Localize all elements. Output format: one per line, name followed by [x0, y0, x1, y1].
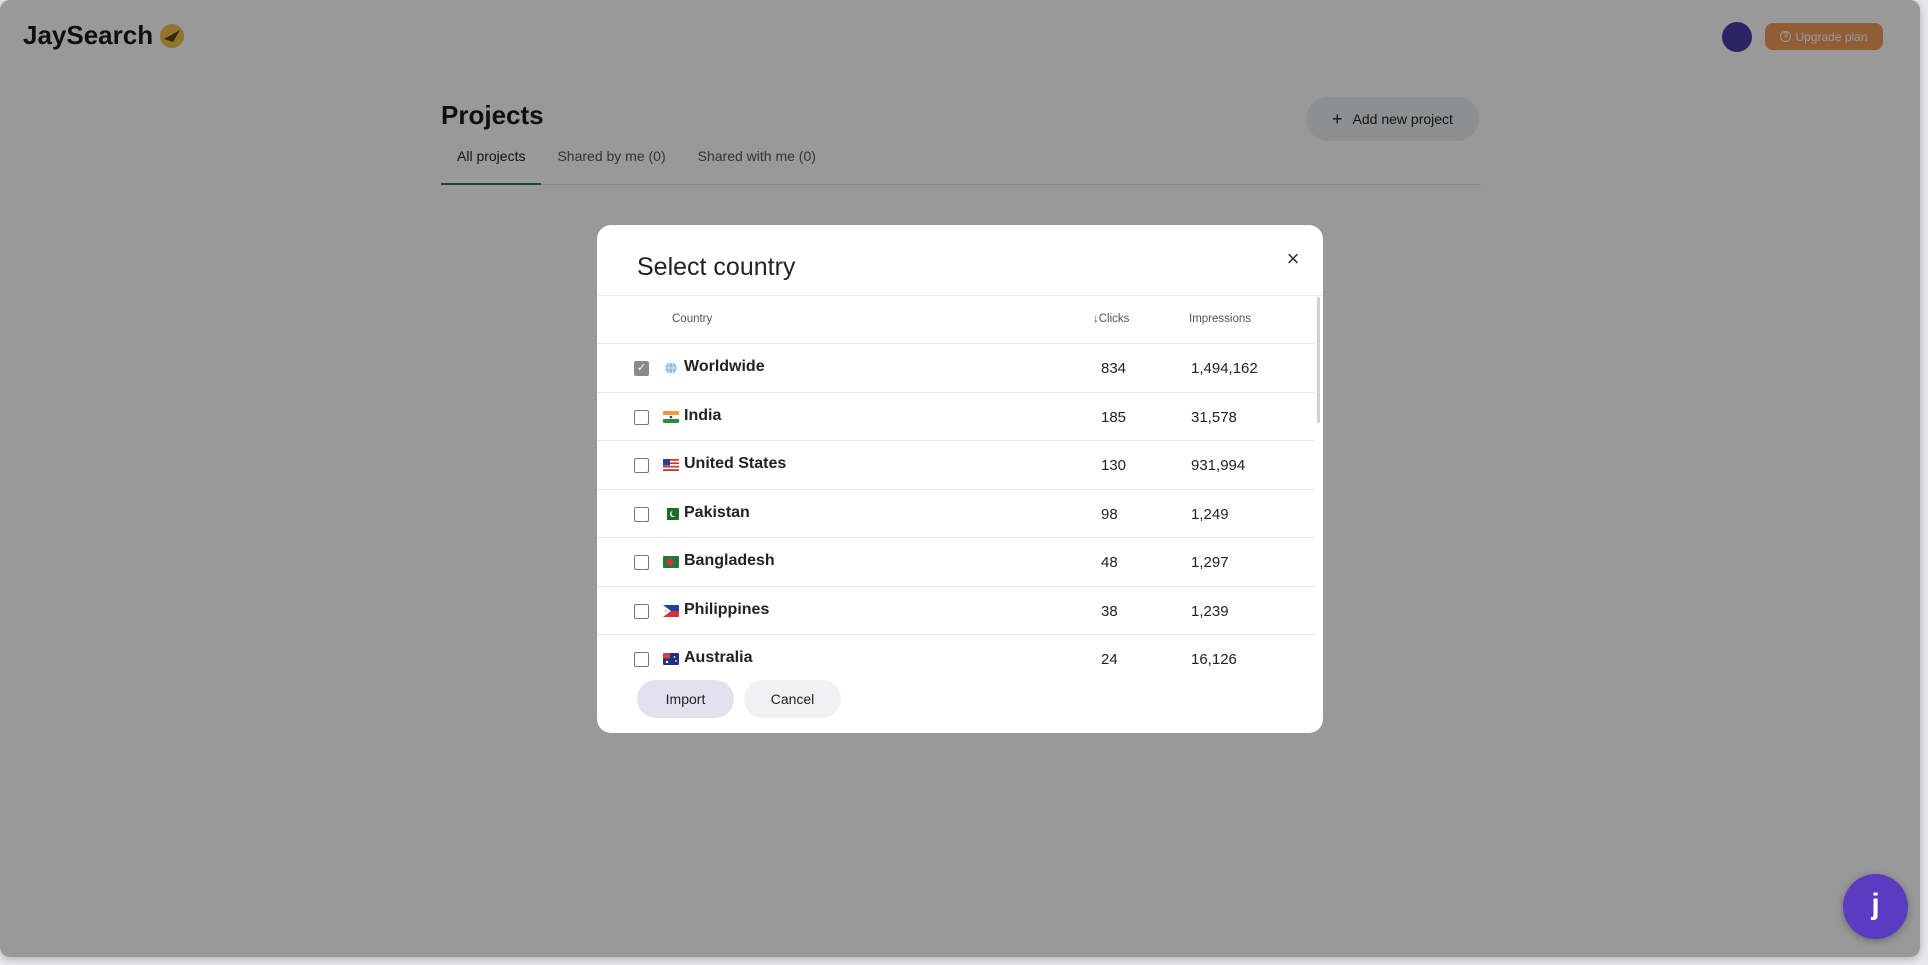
impressions-value: 31,578 [1191, 408, 1237, 426]
column-header-country[interactable]: Country [672, 313, 712, 325]
country-name: Bangladesh [684, 552, 775, 569]
india-flag-icon [663, 410, 679, 423]
cancel-button[interactable]: Cancel [744, 680, 841, 718]
clicks-value: 48 [1101, 554, 1118, 571]
checkbox-checked[interactable]: ✓ [634, 361, 649, 376]
column-header-clicks[interactable]: ↓Clicks [1093, 313, 1129, 325]
country-name: India [684, 406, 722, 424]
checkbox[interactable] [634, 458, 649, 473]
checkbox[interactable] [634, 506, 649, 522]
impressions-value: 1,249 [1191, 505, 1229, 523]
chat-widget-icon[interactable]: j [1843, 874, 1908, 939]
country-name: Philippines [684, 600, 770, 618]
checkbox[interactable] [634, 603, 649, 619]
bangladesh-flag-icon [663, 556, 679, 568]
clicks-value: 24 [1101, 651, 1118, 667]
country-name: Australia [684, 649, 753, 666]
table-row[interactable]: Bangladesh 48 1,297 [597, 538, 1315, 587]
import-button[interactable]: Import [637, 680, 734, 718]
select-country-dialog: Select country × Country ↓Clicks Impress… [597, 225, 1323, 733]
clicks-value: 834 [1101, 360, 1127, 377]
australia-flag-icon [663, 653, 679, 665]
pakistan-flag-icon [663, 507, 679, 520]
checkbox[interactable] [634, 652, 649, 667]
table-row[interactable]: Philippines 38 1,239 [597, 587, 1315, 635]
country-name: United States [684, 455, 787, 472]
clicks-header-label: Clicks [1098, 313, 1130, 325]
table-row[interactable]: India 185 31,578 [597, 393, 1315, 441]
globe-icon [665, 362, 677, 374]
country-name: Worldwide [684, 358, 765, 375]
app-window: JaySearch $ Upgrade plan Projects + Add … [0, 0, 1920, 957]
checkbox[interactable] [634, 555, 649, 570]
impressions-value: 1,297 [1191, 554, 1229, 571]
impressions-value: 16,126 [1191, 651, 1237, 667]
checkbox[interactable] [634, 409, 649, 425]
philippines-flag-icon [663, 604, 679, 617]
table-row[interactable]: United States 130 931,994 [597, 441, 1315, 490]
clicks-value: 185 [1101, 408, 1127, 426]
table-row[interactable]: ✓ Worldwide 834 1,494,162 [597, 344, 1315, 393]
impressions-value: 1,239 [1191, 602, 1229, 620]
country-name: Pakistan [684, 503, 750, 521]
clicks-value: 38 [1101, 602, 1118, 620]
table-row[interactable]: Australia 24 16,126 [597, 635, 1315, 667]
impressions-value: 931,994 [1191, 457, 1246, 474]
clicks-value: 130 [1101, 457, 1127, 474]
column-header-impressions[interactable]: Impressions [1189, 313, 1251, 325]
impressions-value: 1,494,162 [1191, 360, 1258, 377]
table-scrollbar[interactable] [1317, 297, 1320, 423]
table-row[interactable]: Pakistan 98 1,249 [597, 490, 1315, 538]
close-icon[interactable]: × [1281, 247, 1305, 271]
country-table: Country ↓Clicks Impressions ✓ Worldwide … [597, 295, 1323, 667]
usa-flag-icon [663, 459, 679, 471]
clicks-value: 98 [1101, 505, 1118, 523]
dialog-title: Select country [637, 253, 796, 281]
table-header: Country ↓Clicks Impressions [597, 296, 1315, 344]
